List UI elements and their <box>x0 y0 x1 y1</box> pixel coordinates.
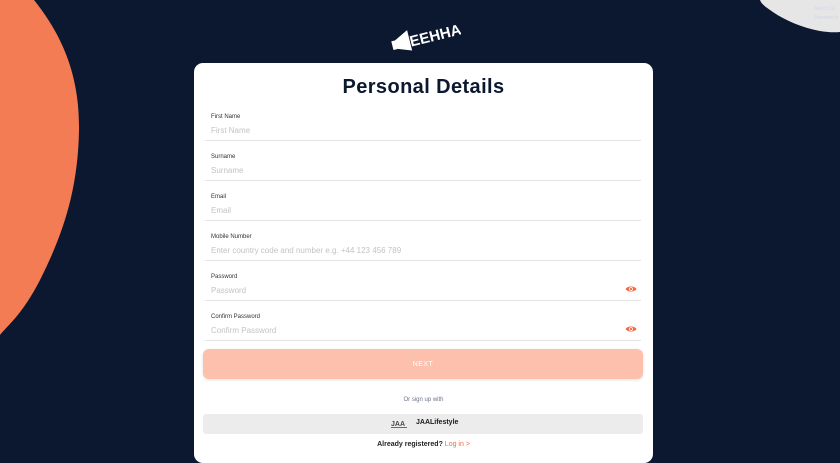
confirm-password-input[interactable] <box>211 323 611 337</box>
mobile-number-input[interactable] <box>211 243 611 257</box>
decorative-orange-shape <box>0 0 80 335</box>
mobile-number-field: Mobile Number <box>205 234 641 261</box>
confirm-password-label: Confirm Password <box>211 314 261 320</box>
surname-label: Surname <box>211 154 236 160</box>
page-title: Personal Details <box>342 76 505 98</box>
password-field: Password <box>205 274 641 301</box>
already-registered-text: Already registered? <box>377 441 443 448</box>
language-selector[interactable]: Select La Powered b <box>814 5 840 23</box>
email-input[interactable] <box>211 203 611 217</box>
first-name-input[interactable] <box>211 123 611 137</box>
brand-logo: EEHHAAA <box>391 16 461 51</box>
surname-field: Surname <box>205 154 641 181</box>
already-registered-row: Already registered? Log in > <box>194 441 653 448</box>
jaalifestyle-logo-text: JAA <box>391 421 405 428</box>
first-name-field: First Name <box>205 114 641 141</box>
confirm-password-field: Confirm Password <box>205 314 641 341</box>
jaalifestyle-label: JAALifestyle <box>416 419 459 426</box>
jaalifestyle-signup-button[interactable]: JAA JAALifestyle <box>203 414 643 434</box>
email-field: Email <box>205 194 641 221</box>
password-input[interactable] <box>211 283 611 297</box>
jaalifestyle-logo: JAA <box>391 421 407 428</box>
login-link[interactable]: Log in > <box>445 441 470 448</box>
surname-input[interactable] <box>211 163 611 177</box>
mobile-number-label: Mobile Number <box>211 234 252 240</box>
or-sign-up-with-label: Or sign up with <box>403 397 444 403</box>
powered-by-label: Powered b <box>814 15 838 21</box>
language-selector-label: Select La <box>814 6 835 12</box>
personal-details-card: Personal Details First Name Surname Emai… <box>194 63 653 463</box>
email-label: Email <box>211 194 227 200</box>
eye-icon[interactable] <box>625 285 637 293</box>
first-name-label: First Name <box>211 114 241 120</box>
logo-text: EEHHAAA <box>408 16 461 50</box>
next-button[interactable]: NEXT <box>203 349 643 379</box>
password-label: Password <box>211 274 238 280</box>
eye-icon[interactable] <box>625 325 637 333</box>
